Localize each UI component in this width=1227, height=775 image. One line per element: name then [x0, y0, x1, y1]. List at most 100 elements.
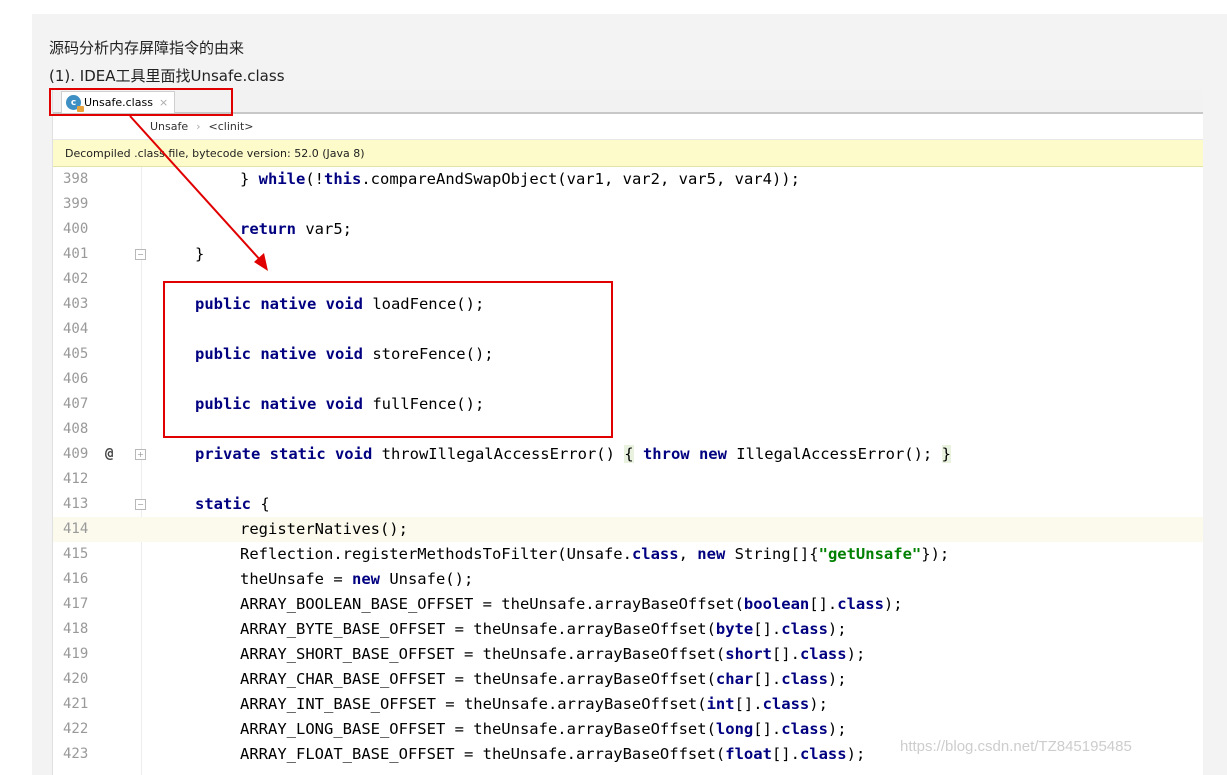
- line-number: 402: [63, 271, 89, 287]
- keyword-token: new: [697, 545, 726, 563]
- line-number: 418: [63, 621, 89, 637]
- code-token: [].: [771, 745, 800, 763]
- code-text: static {: [195, 492, 270, 517]
- code-token: .compareAndSwapObject(var1, var2, var5, …: [361, 170, 800, 188]
- code-token: Reflection.registerMethodsToFilter(Unsaf…: [240, 545, 632, 563]
- keyword-token: while: [258, 170, 306, 188]
- keyword-token: boolean: [743, 595, 810, 613]
- code-token: );: [827, 720, 847, 738]
- code-text: ARRAY_BOOLEAN_BASE_OFFSET = theUnsafe.ar…: [240, 592, 903, 617]
- code-token: Unsafe();: [379, 570, 474, 588]
- code-text: ARRAY_LONG_BASE_OFFSET = theUnsafe.array…: [240, 717, 847, 742]
- code-line[interactable]: 400 return var5;: [53, 217, 1203, 242]
- line-number: 399: [63, 196, 89, 212]
- line-number: 416: [63, 571, 89, 587]
- code-line[interactable]: 409 @ + private static void throwIllegalAcc…: [53, 442, 1203, 467]
- fold-toggle-icon[interactable]: +: [135, 449, 146, 460]
- code-text: }: [195, 242, 204, 267]
- code-text: } while(!this.compareAndSwapObject(var1,…: [240, 167, 800, 192]
- line-number: 400: [63, 221, 89, 237]
- code-line[interactable]: 421 ARRAY_INT_BASE_OFFSET = theUnsafe.arr…: [53, 692, 1203, 717]
- keyword-token: return: [240, 220, 296, 238]
- keyword-token: class: [631, 545, 679, 563]
- line-number: 421: [63, 696, 89, 712]
- keyword-token: long: [715, 720, 754, 738]
- line-number: 398: [63, 171, 89, 187]
- line-number: 408: [63, 421, 89, 437]
- fold-toggle-icon[interactable]: −: [135, 499, 146, 510]
- code-line[interactable]: 412: [53, 467, 1203, 492]
- code-token: ARRAY_SHORT_BASE_OFFSET = theUnsafe.arra…: [240, 645, 726, 663]
- line-number: 417: [63, 596, 89, 612]
- line-number: 414: [63, 521, 89, 537]
- override-marker-icon[interactable]: @: [105, 442, 113, 467]
- code-token: IllegalAccessError();: [726, 445, 942, 463]
- code-text: theUnsafe = new Unsafe();: [240, 567, 473, 592]
- code-token: var5;: [296, 220, 352, 238]
- code-token: [].: [753, 670, 782, 688]
- line-number: 406: [63, 371, 89, 387]
- code-line[interactable]: 420 ARRAY_CHAR_BASE_OFFSET = theUnsafe.ar…: [53, 667, 1203, 692]
- code-token: ,: [678, 545, 698, 563]
- watermark: https://blog.csdn.net/TZ845195485: [900, 738, 1132, 755]
- code-token: registerNatives();: [240, 520, 408, 538]
- code-line[interactable]: 398 } while(!this.compareAndSwapObject(va…: [53, 167, 1203, 192]
- line-number: 412: [63, 471, 89, 487]
- code-line[interactable]: 399: [53, 192, 1203, 217]
- page-heading: 源码分析内存屏障指令的由来: [49, 39, 245, 57]
- page-subheading: (1). IDEA工具里面找Unsafe.class: [49, 67, 285, 85]
- code-text: ARRAY_BYTE_BASE_OFFSET = theUnsafe.array…: [240, 617, 847, 642]
- keyword-token: class: [762, 695, 810, 713]
- code-token: [].: [809, 595, 838, 613]
- code-line[interactable]: 413 − static {: [53, 492, 1203, 517]
- code-line[interactable]: 415 Reflection.registerMethodsToFilter(Un…: [53, 542, 1203, 567]
- code-line[interactable]: 417 ARRAY_BOOLEAN_BASE_OFFSET = theUnsafe…: [53, 592, 1203, 617]
- keyword-token: class: [781, 720, 828, 738]
- code-token: );: [846, 645, 866, 663]
- code-text: ARRAY_FLOAT_BASE_OFFSET = theUnsafe.arra…: [240, 742, 865, 767]
- keyword-token: class: [837, 595, 884, 613]
- keyword-token: class: [781, 620, 828, 638]
- line-number: 413: [63, 496, 89, 512]
- code-token: );: [827, 670, 847, 688]
- brace-token: }: [941, 445, 951, 463]
- line-number: 415: [63, 546, 89, 562]
- code-line[interactable]: 401 −}: [53, 242, 1203, 267]
- code-token: }: [195, 245, 205, 263]
- code-line[interactable]: 418 ARRAY_BYTE_BASE_OFFSET = theUnsafe.ar…: [53, 617, 1203, 642]
- code-text: ARRAY_INT_BASE_OFFSET = theUnsafe.arrayB…: [240, 692, 828, 717]
- code-line[interactable]: 416 theUnsafe = new Unsafe();: [53, 567, 1203, 592]
- line-number: 403: [63, 296, 89, 312]
- keyword-token: new: [351, 570, 380, 588]
- keyword-token: static: [195, 495, 251, 513]
- line-number: 423: [63, 746, 89, 762]
- annotation-box-fences: [163, 281, 613, 438]
- code-token: );: [827, 620, 847, 638]
- keyword-token: class: [799, 645, 847, 663]
- keyword-token: short: [725, 645, 772, 663]
- code-token: );: [883, 595, 903, 613]
- code-token: [].: [753, 720, 782, 738]
- code-line[interactable]: 419 ARRAY_SHORT_BASE_OFFSET = theUnsafe.a…: [53, 642, 1203, 667]
- code-token: [].: [734, 695, 763, 713]
- line-number: 409: [63, 446, 89, 462]
- code-text: registerNatives();: [240, 517, 408, 542]
- annotation-box-tab: [49, 88, 233, 116]
- keyword-token: throw new: [642, 445, 727, 463]
- code-token: ARRAY_FLOAT_BASE_OFFSET = theUnsafe.arra…: [240, 745, 726, 763]
- code-token: ARRAY_CHAR_BASE_OFFSET = theUnsafe.array…: [240, 670, 716, 688]
- line-number: 422: [63, 721, 89, 737]
- keyword-token: private static void: [195, 445, 373, 463]
- line-number: 420: [63, 671, 89, 687]
- code-text: private static void throwIllegalAccessEr…: [195, 442, 951, 467]
- string-token: "getUnsafe": [818, 545, 922, 563]
- code-token: {: [251, 495, 270, 513]
- breadcrumb-class[interactable]: Unsafe: [150, 120, 188, 133]
- brace-token: {: [624, 445, 634, 463]
- code-token: [].: [771, 645, 800, 663]
- breadcrumb-method[interactable]: <clinit>: [209, 120, 254, 133]
- breadcrumb: Unsafe › <clinit>: [53, 114, 1203, 140]
- fold-toggle-icon[interactable]: −: [135, 249, 146, 260]
- code-line[interactable]: 414 registerNatives();: [53, 517, 1203, 542]
